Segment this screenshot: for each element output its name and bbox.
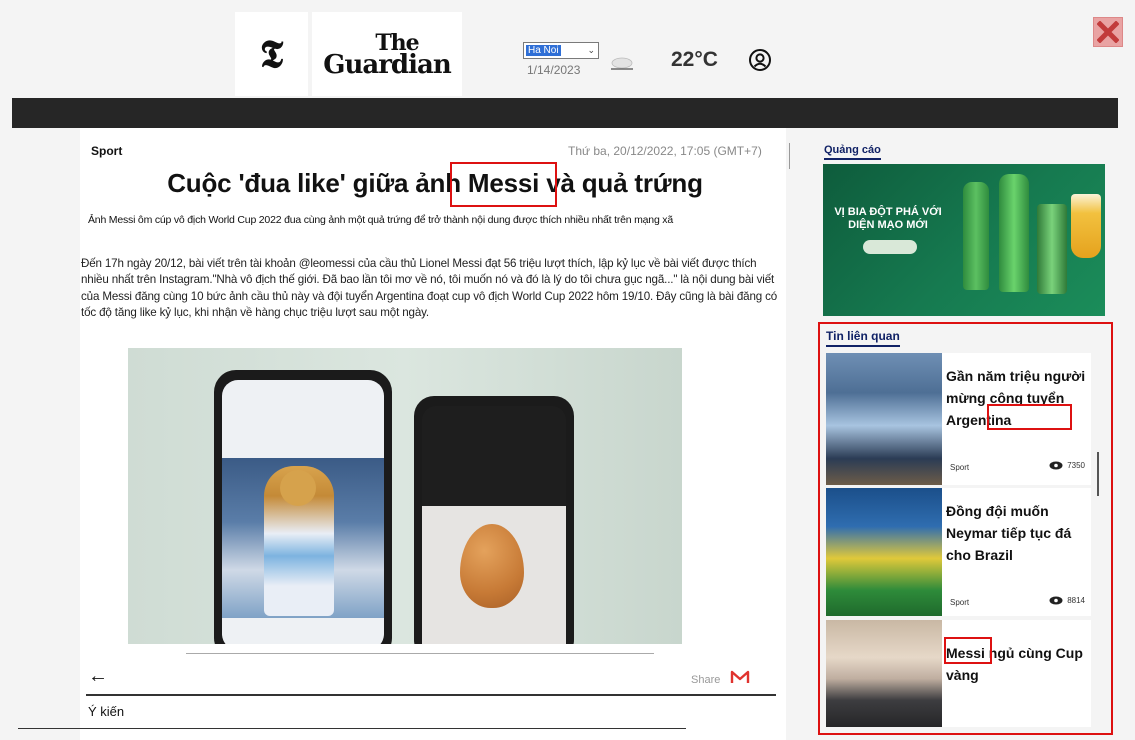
comments-label[interactable]: Ý kiến <box>88 704 124 719</box>
sidebar-scrollbar[interactable] <box>1097 452 1099 496</box>
guardian-logo-line2: Guardian <box>323 50 451 80</box>
keyword-highlight-box <box>450 162 557 207</box>
close-button[interactable] <box>1093 17 1123 47</box>
bottom-divider <box>18 728 686 729</box>
weather-date: 1/14/2023 <box>527 63 581 77</box>
temperature: 22°C <box>671 48 718 71</box>
keyword-highlight-box <box>944 637 992 664</box>
ad-can <box>1037 204 1067 294</box>
related-card-views: 7350 <box>1049 461 1085 470</box>
gmail-icon[interactable] <box>729 667 751 687</box>
chevron-down-icon: ⌄ <box>587 45 595 55</box>
eye-icon <box>1049 461 1063 470</box>
keyword-highlight-box <box>987 404 1072 430</box>
article-category[interactable]: Sport <box>91 144 122 158</box>
city-select-value: Ha Noi <box>526 45 561 56</box>
related-card-title: Đồng đội muốn Neymar tiếp tục đá cho Bra… <box>946 503 1072 563</box>
related-card-views: 8814 <box>1049 596 1085 605</box>
article-image <box>128 348 682 644</box>
navigation-bar <box>12 98 1118 128</box>
nyt-logo-text: 𝕿 <box>259 31 284 76</box>
nyt-logo[interactable]: 𝕿 <box>235 12 308 96</box>
ad-bottle-1 <box>963 182 989 290</box>
ad-label: Quảng cáo <box>824 144 881 160</box>
related-card-thumbnail <box>826 488 942 616</box>
phone-right-image <box>414 396 574 644</box>
related-card-thumbnail <box>826 620 942 727</box>
image-divider <box>186 653 654 654</box>
related-card-view-count: 8814 <box>1067 596 1085 605</box>
user-account-icon[interactable] <box>748 48 772 72</box>
related-news-label: Tin liên quan <box>826 329 900 347</box>
comments-divider <box>86 694 776 696</box>
city-select[interactable]: Ha Noi ⌄ <box>523 42 599 59</box>
related-card-category: Sport <box>950 598 970 607</box>
guardian-logo[interactable]: The Guardian <box>312 12 462 96</box>
article-body: Đến 17h ngày 20/12, bài viết trên tài kh… <box>81 257 778 320</box>
phone-left-image <box>214 370 392 644</box>
related-card-category: Sport <box>950 463 970 472</box>
related-card-thumbnail <box>826 353 942 485</box>
back-arrow-icon[interactable]: ← <box>88 665 108 688</box>
ad-badge <box>863 240 917 254</box>
ad-beer-glass <box>1071 194 1101 258</box>
related-card[interactable]: Đồng đội muốn Neymar tiếp tục đá cho Bra… <box>826 488 1091 616</box>
sidebar-separator <box>789 143 790 169</box>
article-title: Cuộc 'đua like' giữa ảnh Messi và quả tr… <box>167 168 703 198</box>
close-icon <box>1097 21 1119 43</box>
ad-text: VỊ BIA ĐỘT PHÁ VỚI DIỆN MẠO MỚI <box>834 206 942 231</box>
ad-banner[interactable]: VỊ BIA ĐỘT PHÁ VỚI DIỆN MẠO MỚI <box>823 164 1105 316</box>
related-card-view-count: 7350 <box>1067 461 1085 470</box>
ad-bottle-2 <box>999 174 1029 292</box>
article-summary: Ảnh Messi ôm cúp vô địch World Cup 2022 … <box>88 214 673 226</box>
eye-icon <box>1049 596 1063 605</box>
article-timestamp: Thứ ba, 20/12/2022, 17:05 (GMT+7) <box>568 144 762 158</box>
share-label: Share <box>691 674 721 686</box>
cloud-icon <box>611 57 633 70</box>
